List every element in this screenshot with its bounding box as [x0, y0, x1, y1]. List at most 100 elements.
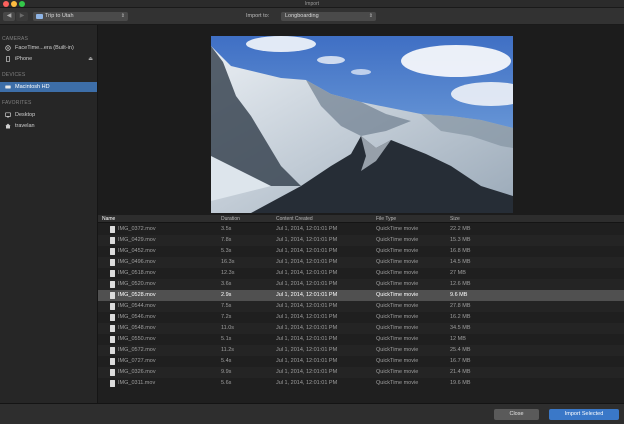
cell-duration: 2.9s [221, 292, 232, 298]
table-row[interactable]: IMG_0518.mov 12.3s Jul 1, 2014, 12:01:01 P… [98, 268, 624, 279]
forward-button[interactable]: ▶ [16, 12, 28, 21]
movie-file-icon [110, 259, 115, 266]
cell-type: QuickTime movie [376, 259, 419, 265]
sidebar-item-desktop[interactable]: Desktop [0, 110, 97, 120]
cell-name: IMG_0546.mov [118, 314, 156, 320]
cell-size: 27 MB [450, 270, 466, 276]
sidebar-item-label: iPhone [15, 56, 33, 62]
table-row[interactable]: IMG_0520.mov 3.6s Jul 1, 2014, 12:01:01 PM… [98, 279, 624, 290]
cell-duration: 3.5s [221, 226, 232, 232]
table-row[interactable]: IMG_0550.mov 5.1s Jul 1, 2014, 12:01:01 PM… [98, 334, 624, 345]
cell-duration: 7.2s [221, 314, 232, 320]
sidebar-header-devices: DEVICES [2, 72, 26, 78]
file-table[interactable]: Name Duration Content Created File Type … [98, 215, 624, 403]
sidebar-header-cameras: CAMERAS [2, 36, 29, 42]
cell-size: 16.2 MB [450, 314, 471, 320]
sidebar-item-iphone[interactable]: iPhone ⏏ [0, 54, 97, 64]
cell-created: Jul 1, 2014, 12:01:01 PM [276, 259, 338, 265]
column-header-name[interactable]: Name [102, 215, 115, 223]
cell-created: Jul 1, 2014, 12:01:01 PM [276, 303, 338, 309]
import-selected-button[interactable]: Import Selected [549, 409, 619, 420]
camera-icon [5, 45, 11, 51]
table-row[interactable]: IMG_0546.mov 7.2s Jul 1, 2014, 12:01:01 PM… [98, 312, 624, 323]
cell-size: 16.7 MB [450, 358, 471, 364]
cell-size: 34.5 MB [450, 325, 471, 331]
table-row[interactable]: IMG_0572.mov 11.2s Jul 1, 2014, 12:01:01 P… [98, 345, 624, 356]
cell-duration: 5.3s [221, 248, 232, 254]
cell-type: QuickTime movie [376, 303, 419, 309]
cell-type: QuickTime movie [376, 226, 419, 232]
cell-size: 16.8 MB [450, 248, 471, 254]
table-row[interactable]: IMG_0528.mov 2.9s Jul 1, 2014, 12:01:01 PM… [98, 290, 624, 301]
cell-duration: 16.3s [221, 259, 235, 265]
movie-file-icon [110, 314, 115, 321]
movie-file-icon [110, 358, 115, 365]
cell-size: 12.6 MB [450, 281, 471, 287]
movie-file-icon [110, 325, 115, 332]
column-header-size[interactable]: Size [450, 215, 460, 223]
cell-duration: 11.0s [221, 325, 235, 331]
cell-name: IMG_0528.mov [118, 292, 156, 298]
back-button[interactable]: ◀ [3, 12, 15, 21]
cell-name: IMG_0548.mov [118, 325, 156, 331]
import-to-label: Import to: [246, 13, 270, 19]
cell-size: 9.6 MB [450, 292, 468, 298]
cell-created: Jul 1, 2014, 12:01:01 PM [276, 270, 338, 276]
table-row[interactable]: IMG_0429.mov 7.8s Jul 1, 2014, 12:01:01 PM… [98, 235, 624, 246]
cell-duration: 7.5s [221, 303, 232, 309]
table-row[interactable]: IMG_0727.mov 5.4s Jul 1, 2014, 12:01:01 PM… [98, 356, 624, 367]
hard-drive-icon [5, 85, 11, 89]
cell-size: 27.8 MB [450, 303, 471, 309]
cell-name: IMG_0550.mov [118, 336, 156, 342]
desktop-icon [5, 112, 11, 118]
cell-duration: 7.8s [221, 237, 232, 243]
cell-duration: 3.6s [221, 281, 232, 287]
cell-type: QuickTime movie [376, 336, 419, 342]
table-row[interactable]: IMG_0372.mov 3.5s Jul 1, 2014, 12:01:01 PM… [98, 224, 624, 235]
column-header-duration[interactable]: Duration [221, 215, 240, 223]
sidebar-item-travelan[interactable]: travelan [0, 121, 97, 131]
cell-created: Jul 1, 2014, 12:01:01 PM [276, 248, 338, 254]
eject-icon[interactable]: ⏏ [88, 54, 93, 64]
folder-icon [36, 14, 43, 19]
close-button[interactable]: Close [494, 409, 539, 420]
cell-duration: 11.2s [221, 347, 235, 353]
table-row[interactable]: IMG_0326.mov 9.9s Jul 1, 2014, 12:01:01 PM… [98, 367, 624, 378]
preview-area [98, 25, 624, 215]
location-popup[interactable]: Trip to Utah ⇕ [33, 12, 128, 21]
cell-created: Jul 1, 2014, 12:01:01 PM [276, 226, 338, 232]
phone-icon [6, 56, 10, 62]
import-to-popup[interactable]: Longboarding ⇕ [281, 12, 376, 21]
title-bar: Import [0, 0, 624, 8]
location-label: Trip to Utah [45, 13, 74, 19]
sidebar: CAMERAS FaceTime...era (Built-in) iPhone… [0, 25, 98, 403]
cell-size: 25.4 MB [450, 347, 471, 353]
cell-name: IMG_0452.mov [118, 248, 156, 254]
table-row[interactable]: IMG_0311.mov 5.6s Jul 1, 2014, 12:01:01 PM… [98, 378, 624, 389]
cell-name: IMG_0311.mov [118, 380, 156, 386]
cell-size: 14.5 MB [450, 259, 471, 265]
cell-name: IMG_0520.mov [118, 281, 156, 287]
movie-file-icon [110, 226, 115, 233]
movie-file-icon [110, 270, 115, 277]
cell-duration: 12.3s [221, 270, 235, 276]
window-title: Import [304, 1, 320, 7]
movie-file-icon [110, 380, 115, 387]
cell-name: IMG_0326.mov [118, 369, 156, 375]
cell-created: Jul 1, 2014, 12:01:01 PM [276, 237, 338, 243]
movie-file-icon [110, 281, 115, 288]
column-header-file-type[interactable]: File Type [376, 215, 396, 223]
column-header-content-created[interactable]: Content Created [276, 215, 313, 223]
table-row[interactable]: IMG_0496.mov 16.3s Jul 1, 2014, 12:01:01 P… [98, 257, 624, 268]
table-row[interactable]: IMG_0548.mov 11.0s Jul 1, 2014, 12:01:01 P… [98, 323, 624, 334]
movie-file-icon [110, 336, 115, 343]
cell-name: IMG_0518.mov [118, 270, 156, 276]
cell-duration: 5.6s [221, 380, 232, 386]
cell-type: QuickTime movie [376, 314, 419, 320]
sidebar-item-facetime-camera[interactable]: FaceTime...era (Built-in) [0, 43, 97, 53]
cell-type: QuickTime movie [376, 281, 419, 287]
sidebar-item-macintosh-hd[interactable]: Macintosh HD [0, 82, 97, 92]
table-row[interactable]: IMG_0544.mov 7.5s Jul 1, 2014, 12:01:01 PM… [98, 301, 624, 312]
movie-file-icon [110, 303, 115, 310]
table-row[interactable]: IMG_0452.mov 5.3s Jul 1, 2014, 12:01:01 PM… [98, 246, 624, 257]
